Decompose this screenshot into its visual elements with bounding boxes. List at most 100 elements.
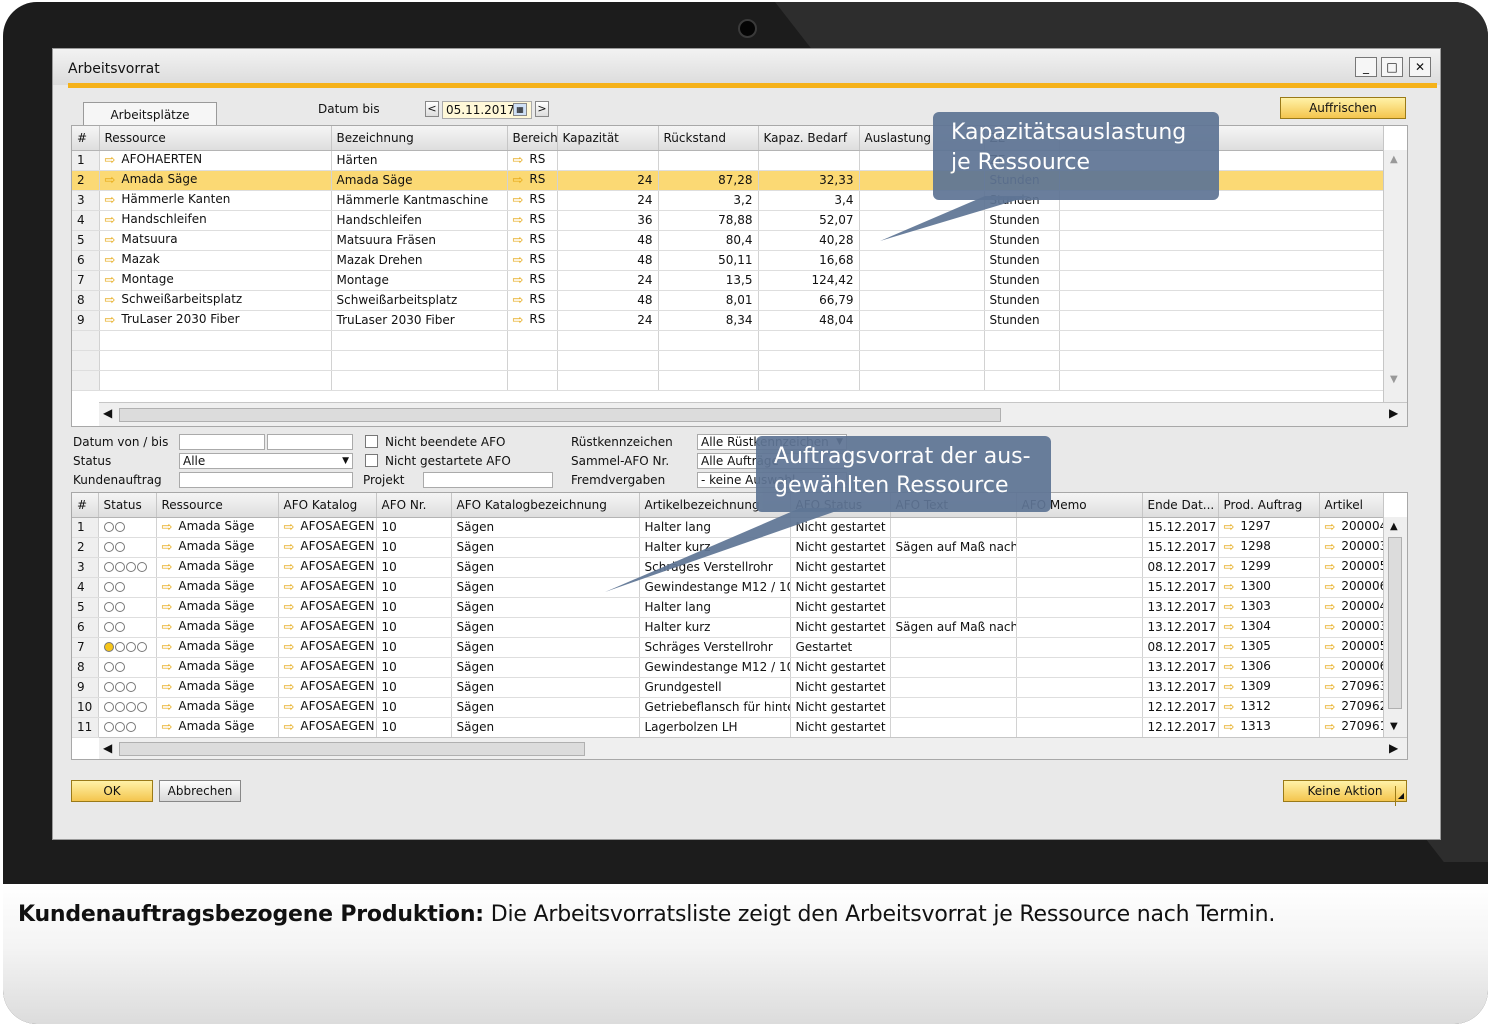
- link-arrow-icon[interactable]: ⇨: [105, 273, 116, 288]
- link-arrow-icon[interactable]: ⇨: [1224, 520, 1235, 535]
- cell-res[interactable]: ⇨ TruLaser 2030 Fiber: [99, 310, 332, 331]
- cell-res[interactable]: ⇨ Amada Säge: [156, 637, 279, 658]
- link-arrow-icon[interactable]: ⇨: [1325, 720, 1336, 735]
- datum-von-field[interactable]: [179, 434, 265, 450]
- cell-res[interactable]: ⇨ Amada Säge: [156, 537, 279, 558]
- link-arrow-icon[interactable]: ⇨: [1224, 600, 1235, 615]
- link-arrow-icon[interactable]: ⇨: [162, 700, 173, 715]
- column-header-5[interactable]: AFO Katalogbezeichnung: [451, 493, 640, 518]
- cell-ber[interactable]: ⇨ RS: [507, 250, 558, 271]
- table-row[interactable]: 7 ⇨ Montage Montage ⇨ RS 24 13,5 124,42 Stunden: [72, 270, 1384, 291]
- link-arrow-icon[interactable]: ⇨: [1224, 680, 1235, 695]
- table-row[interactable]: 4 ⇨ Amada Säge ⇨ AFOSAEGEN 10 Sägen Gewindestan…: [72, 577, 1384, 598]
- table-row[interactable]: 2 ⇨ Amada Säge ⇨ AFOSAEGEN 10 Sägen Halter kurz…: [72, 537, 1384, 558]
- scroll-down-icon[interactable]: ▼: [1390, 374, 1398, 385]
- cell-kat[interactable]: ⇨ AFOSAEGEN: [278, 617, 377, 638]
- link-arrow-icon[interactable]: ⇨: [105, 293, 116, 308]
- link-arrow-icon[interactable]: ⇨: [1224, 640, 1235, 655]
- link-arrow-icon[interactable]: ⇨: [162, 520, 173, 535]
- link-arrow-icon[interactable]: ⇨: [284, 580, 295, 595]
- cell-artikel[interactable]: ⇨ 200006: [1319, 657, 1384, 678]
- cell-res[interactable]: ⇨ Amada Säge: [156, 577, 279, 598]
- cell-res[interactable]: ⇨ Schweißarbeitsplatz: [99, 290, 332, 311]
- link-arrow-icon[interactable]: ⇨: [162, 640, 173, 655]
- projekt-field[interactable]: [423, 472, 553, 488]
- column-header-12[interactable]: Artikel: [1319, 493, 1384, 518]
- scroll-left-icon[interactable]: ◀: [103, 741, 112, 755]
- link-arrow-icon[interactable]: ⇨: [162, 600, 173, 615]
- link-arrow-icon[interactable]: ⇨: [105, 213, 116, 228]
- cell-ber[interactable]: ⇨ RS: [507, 310, 558, 331]
- column-header-3[interactable]: Bereich: [507, 126, 558, 151]
- link-arrow-icon[interactable]: ⇨: [513, 193, 524, 208]
- link-arrow-icon[interactable]: ⇨: [513, 153, 524, 168]
- link-arrow-icon[interactable]: ⇨: [162, 660, 173, 675]
- kundenauftrag-field[interactable]: [179, 472, 353, 488]
- status-select[interactable]: Alle ▼: [179, 453, 353, 469]
- link-arrow-icon[interactable]: ⇨: [105, 193, 116, 208]
- link-arrow-icon[interactable]: ⇨: [162, 540, 173, 555]
- link-arrow-icon[interactable]: ⇨: [1325, 640, 1336, 655]
- column-header-2[interactable]: Ressource: [156, 493, 279, 518]
- ok-button[interactable]: OK: [71, 780, 153, 802]
- cell-pa[interactable]: ⇨ 1298: [1218, 537, 1320, 558]
- order-scroll-thumb[interactable]: [119, 742, 585, 756]
- cell-kat[interactable]: ⇨ AFOSAEGEN: [278, 697, 377, 718]
- column-header-5[interactable]: Rückstand: [658, 126, 759, 151]
- cell-res[interactable]: ⇨ Matsuura: [99, 230, 332, 251]
- table-row[interactable]: 5 ⇨ Amada Säge ⇨ AFOSAEGEN 10 Sägen Halter lang…: [72, 597, 1384, 618]
- link-arrow-icon[interactable]: ⇨: [162, 720, 173, 735]
- link-arrow-icon[interactable]: ⇨: [1224, 700, 1235, 715]
- nicht-gestartete-checkbox[interactable]: [365, 454, 378, 467]
- column-header-11[interactable]: Prod. Auftrag: [1218, 493, 1320, 518]
- cell-pa[interactable]: ⇨ 1312: [1218, 697, 1320, 718]
- link-arrow-icon[interactable]: ⇨: [284, 700, 295, 715]
- link-arrow-icon[interactable]: ⇨: [284, 600, 295, 615]
- dropdown-arrow-icon[interactable]: ◢: [1394, 786, 1404, 806]
- column-header-1[interactable]: Status: [98, 493, 157, 518]
- cell-artikel[interactable]: ⇨ 200003: [1319, 537, 1384, 558]
- cell-res[interactable]: ⇨ Amada Säge: [156, 657, 279, 678]
- link-arrow-icon[interactable]: ⇨: [513, 273, 524, 288]
- link-arrow-icon[interactable]: ⇨: [284, 720, 295, 735]
- link-arrow-icon[interactable]: ⇨: [1325, 700, 1336, 715]
- cell-res[interactable]: ⇨ Amada Säge: [156, 517, 279, 538]
- table-row[interactable]: 11 ⇨ Amada Säge ⇨ AFOSAEGEN 10 Sägen Lagerbolze…: [72, 717, 1384, 738]
- scroll-right-icon[interactable]: ▶: [1389, 741, 1398, 755]
- link-arrow-icon[interactable]: ⇨: [105, 253, 116, 268]
- action-button[interactable]: Keine Aktion ◢: [1283, 780, 1407, 806]
- cell-kat[interactable]: ⇨ AFOSAEGEN: [278, 577, 377, 598]
- scroll-down-icon[interactable]: ▼: [1390, 721, 1398, 732]
- cell-pa[interactable]: ⇨ 1304: [1218, 617, 1320, 638]
- link-arrow-icon[interactable]: ⇨: [284, 660, 295, 675]
- cell-pa[interactable]: ⇨ 1306: [1218, 657, 1320, 678]
- cell-res[interactable]: ⇨ Amada Säge: [156, 597, 279, 618]
- datum-bis-filter-field[interactable]: [267, 434, 353, 450]
- cell-kat[interactable]: ⇨ AFOSAEGEN: [278, 537, 377, 558]
- date-prev-button[interactable]: <: [425, 101, 439, 117]
- link-arrow-icon[interactable]: ⇨: [105, 153, 116, 168]
- table-row[interactable]: 7 ⇨ Amada Säge ⇨ AFOSAEGEN 10 Sägen Schräges Ve…: [72, 637, 1384, 658]
- close-button[interactable]: ✕: [1409, 57, 1431, 77]
- link-arrow-icon[interactable]: ⇨: [1325, 560, 1336, 575]
- link-arrow-icon[interactable]: ⇨: [1224, 620, 1235, 635]
- order-hscroll[interactable]: ◀ ▶: [99, 737, 1407, 759]
- link-arrow-icon[interactable]: ⇨: [1325, 620, 1336, 635]
- cell-res[interactable]: ⇨ Amada Säge: [156, 617, 279, 638]
- column-header-6[interactable]: Kapaz. Bedarf: [758, 126, 860, 151]
- link-arrow-icon[interactable]: ⇨: [162, 580, 173, 595]
- link-arrow-icon[interactable]: ⇨: [284, 680, 295, 695]
- column-header-1[interactable]: Ressource: [99, 126, 332, 151]
- refresh-button[interactable]: Auffrischen: [1280, 97, 1406, 119]
- resource-hscroll[interactable]: ◀ ▶: [99, 402, 1407, 426]
- cell-artikel[interactable]: ⇨ 200006: [1319, 577, 1384, 598]
- cell-res[interactable]: ⇨ Handschleifen: [99, 210, 332, 231]
- link-arrow-icon[interactable]: ⇨: [162, 680, 173, 695]
- link-arrow-icon[interactable]: ⇨: [284, 540, 295, 555]
- resource-vscroll[interactable]: ▲ ▼: [1383, 150, 1407, 402]
- nicht-beendete-checkbox[interactable]: [365, 435, 378, 448]
- link-arrow-icon[interactable]: ⇨: [1224, 560, 1235, 575]
- cell-artikel[interactable]: ⇨ 200003: [1319, 617, 1384, 638]
- cell-pa[interactable]: ⇨ 1309: [1218, 677, 1320, 698]
- cell-res[interactable]: ⇨ Hämmerle Kanten: [99, 190, 332, 211]
